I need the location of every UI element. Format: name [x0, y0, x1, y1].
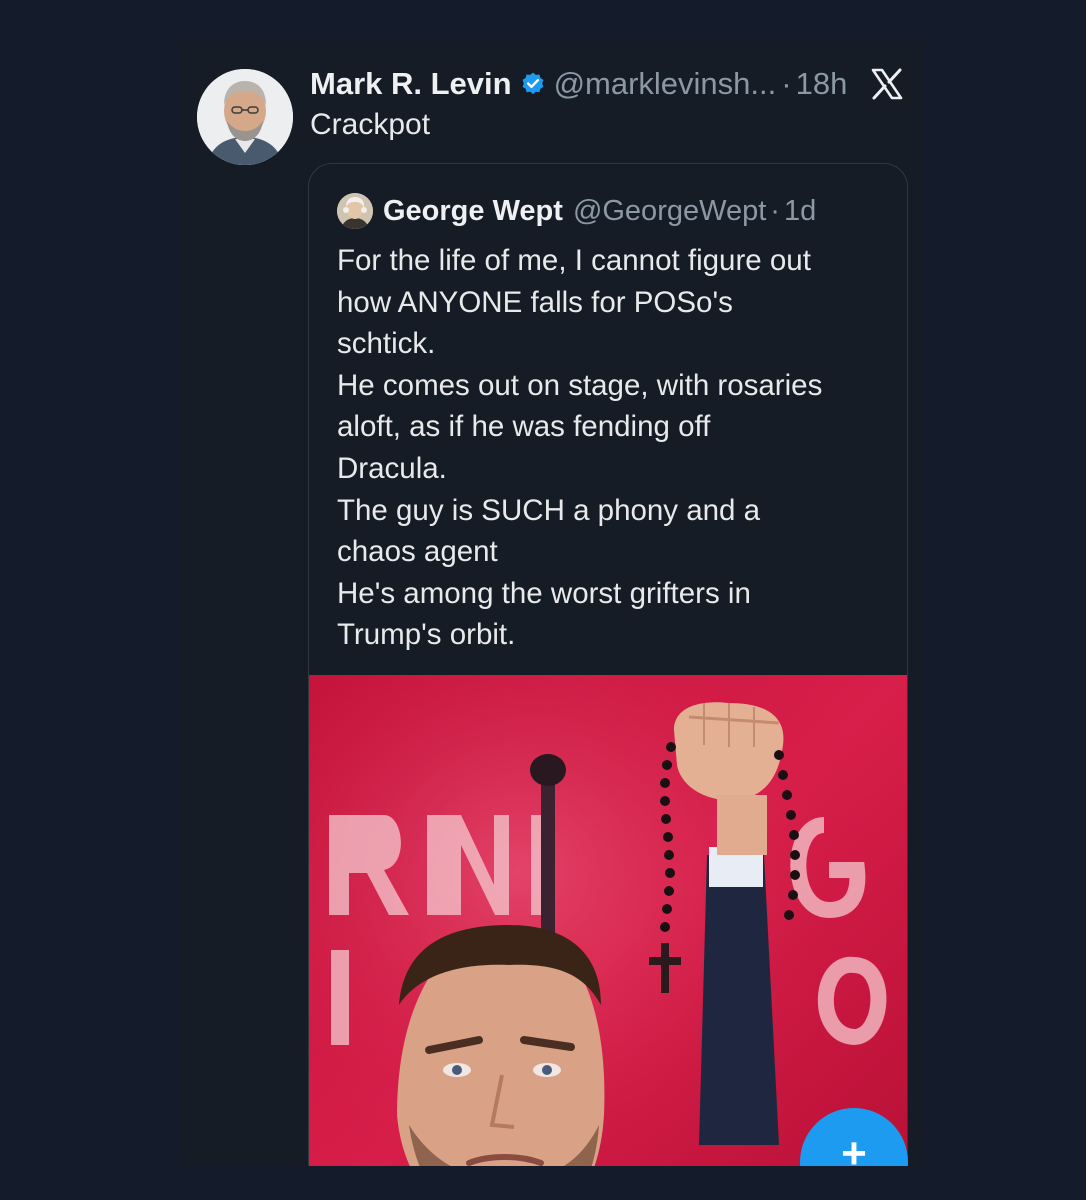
- quoted-text-line: Dracula.: [337, 451, 447, 485]
- author-handle[interactable]: @marklevinsh...: [554, 66, 777, 102]
- quoted-author-handle[interactable]: @GeorgeWept: [573, 195, 766, 228]
- quoted-text-line: chaos agent: [337, 535, 498, 569]
- tweet-panel: Mark R. Levin @marklevinsh... · 18h Crac…: [180, 40, 924, 1166]
- separator-dot: ·: [781, 66, 792, 101]
- quoted-tweet-photo[interactable]: [309, 675, 907, 1166]
- quoted-separator-dot: ·: [770, 194, 780, 227]
- quoted-text-line: He's among the worst grifters in: [337, 576, 751, 610]
- quoted-tweet-card[interactable]: George Wept @GeorgeWept · 1d For the lif…: [308, 163, 908, 1166]
- quoted-text-line: aloft, as if he was fending off: [337, 410, 711, 444]
- verified-badge-icon: [522, 72, 543, 95]
- author-name[interactable]: Mark R. Levin: [310, 66, 512, 102]
- x-logo-icon[interactable]: [870, 67, 904, 101]
- quoted-text-line: Trump's orbit.: [337, 618, 516, 652]
- post-timestamp[interactable]: 18h: [796, 66, 848, 102]
- quoted-avatar-portrait-icon: [337, 193, 373, 229]
- avatar-portrait-icon: [197, 69, 293, 165]
- quoted-text-line: The guy is SUCH a phony and a: [337, 493, 761, 527]
- quoted-author-avatar[interactable]: [337, 193, 373, 229]
- quoted-tweet-text: For the life of me, I cannot figure out …: [337, 240, 887, 656]
- post-text: Crackpot: [310, 108, 431, 141]
- author-avatar[interactable]: [197, 69, 293, 165]
- post-header: Mark R. Levin @marklevinsh... · 18h: [310, 64, 847, 104]
- quoted-timestamp[interactable]: 1d: [784, 195, 816, 228]
- quoted-text-line: He comes out on stage, with rosaries: [337, 368, 823, 402]
- plus-icon: +: [841, 1129, 867, 1167]
- quoted-author-name[interactable]: George Wept: [383, 195, 563, 228]
- quoted-tweet-header: George Wept @GeorgeWept · 1d: [337, 190, 816, 232]
- quoted-text-line: how ANYONE falls for POSo's: [337, 285, 733, 319]
- photo-man-holding-rosary: [309, 675, 907, 1166]
- quoted-text-line: schtick.: [337, 327, 436, 361]
- quoted-text-line: For the life of me, I cannot figure out: [337, 244, 811, 277]
